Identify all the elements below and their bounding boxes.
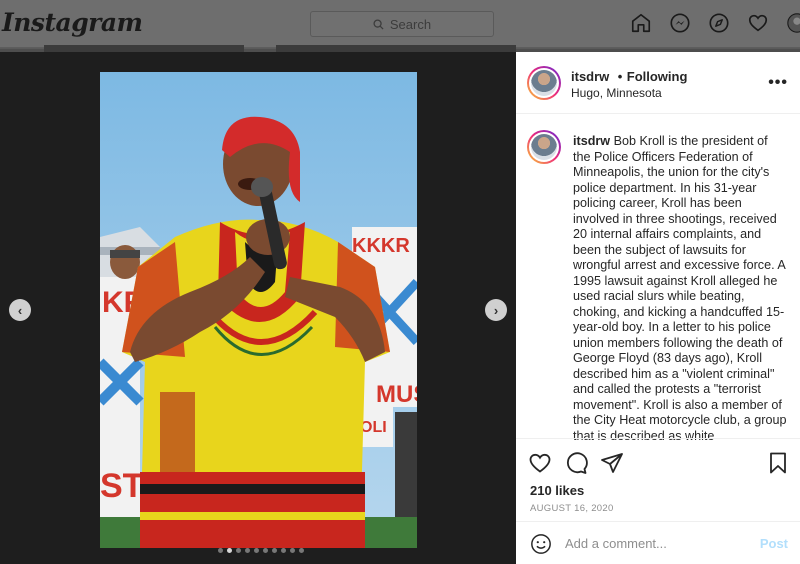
carousel-dot — [281, 548, 286, 553]
save-bookmark-icon[interactable] — [766, 451, 790, 475]
comment-bar: Add a comment... Post — [516, 521, 800, 564]
search-input[interactable]: Search — [310, 11, 494, 37]
following-button[interactable]: Following — [627, 69, 688, 84]
carousel-dot — [263, 548, 268, 553]
caption-username[interactable]: itsdrw — [573, 134, 610, 148]
follow-separator: • — [617, 69, 623, 84]
more-options-button[interactable]: ••• — [768, 74, 788, 92]
post-date[interactable]: AUGUST 16, 2020 — [530, 503, 614, 514]
carousel-dot — [218, 548, 223, 553]
post-photo[interactable]: KR ST KKKR MUS OLI — [100, 72, 417, 548]
caption-avatar[interactable] — [527, 130, 561, 164]
chevron-right-icon: › — [493, 302, 499, 318]
post-username[interactable]: itsdrw — [571, 69, 609, 84]
carousel-dot — [245, 548, 250, 553]
caption-text: Bob Kroll is the president of the Police… — [573, 134, 787, 443]
carousel-dot — [227, 548, 232, 553]
carousel-dot — [272, 548, 277, 553]
comment-input[interactable]: Add a comment... — [565, 536, 760, 551]
home-icon[interactable] — [630, 12, 652, 34]
sign-text: MUS — [376, 381, 417, 408]
avatar[interactable] — [527, 66, 561, 100]
nav-icons — [630, 12, 800, 34]
carousel-dots — [218, 548, 304, 553]
next-photo-button[interactable]: › — [485, 299, 507, 321]
likes-count[interactable]: 210 likes — [530, 483, 584, 498]
carousel-dot — [254, 548, 259, 553]
share-icon[interactable] — [600, 451, 624, 475]
top-navigation-bar: Instagram Search — [0, 0, 800, 48]
protest-photo-illustration: KR ST KKKR MUS OLI — [100, 72, 417, 548]
post-comment-button[interactable]: Post — [760, 536, 788, 551]
search-icon — [373, 18, 384, 30]
feed-peek — [276, 45, 516, 52]
post-header: itsdrw • Following Hugo, Minnesota ••• — [516, 52, 800, 114]
profile-icon[interactable] — [786, 12, 800, 34]
feed-peek — [44, 45, 244, 52]
explore-icon[interactable] — [708, 12, 730, 34]
instagram-logo[interactable]: Instagram — [2, 8, 143, 37]
chevron-left-icon: ‹ — [17, 302, 23, 318]
carousel-dot — [236, 548, 241, 553]
search-placeholder: Search — [389, 16, 432, 32]
like-icon[interactable] — [528, 451, 552, 475]
sign-text: ST — [100, 467, 144, 505]
previous-photo-button[interactable]: ‹ — [9, 299, 31, 321]
post-actions: 210 likes AUGUST 16, 2020 Add a comment.… — [516, 438, 800, 564]
comment-icon[interactable] — [564, 451, 588, 475]
post-location[interactable]: Hugo, Minnesota — [571, 86, 662, 100]
emoji-icon[interactable] — [530, 533, 552, 555]
carousel-dot — [299, 548, 304, 553]
sign-text: OLI — [360, 419, 387, 436]
post-caption: itsdrw Bob Kroll is the president of the… — [573, 134, 788, 444]
heart-icon[interactable] — [747, 12, 769, 34]
messenger-icon[interactable] — [669, 12, 691, 34]
sign-text: KKKR — [352, 235, 410, 257]
carousel-dot — [290, 548, 295, 553]
post-details-panel: itsdrw • Following Hugo, Minnesota ••• i… — [516, 52, 800, 564]
